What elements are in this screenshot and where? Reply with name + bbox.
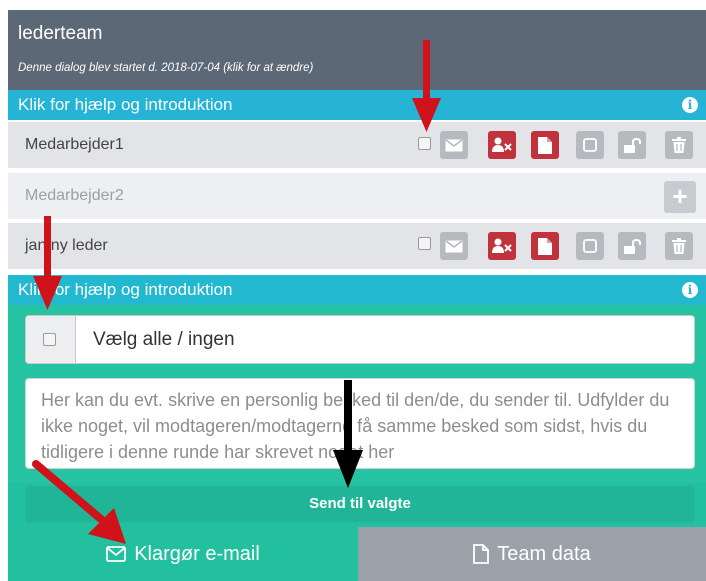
document-icon[interactable] bbox=[531, 232, 559, 260]
remove-user-icon[interactable] bbox=[488, 232, 516, 260]
unlock-icon[interactable] bbox=[618, 131, 646, 159]
personal-message-textarea[interactable]: Her kan du evt. skrive en personlig besk… bbox=[25, 378, 695, 469]
unlock-icon[interactable] bbox=[618, 232, 646, 260]
send-bar: Send til valgte bbox=[8, 483, 706, 527]
dialog-start-date[interactable]: Denne dialog blev startet d. 2018-07-04 … bbox=[18, 62, 313, 74]
member-name: Medarbejder2 bbox=[25, 187, 124, 204]
checkbox-square-icon[interactable] bbox=[576, 131, 604, 159]
help-bar-label: Klik for hjælp og introduktion bbox=[18, 95, 233, 114]
envelope-icon bbox=[106, 546, 127, 562]
member-name: jan ny leder bbox=[25, 237, 108, 254]
tab-label: Klargør e-mail bbox=[134, 542, 260, 565]
dialog-title: lederteam bbox=[18, 23, 103, 44]
list-item: Medarbejder1 bbox=[8, 122, 706, 170]
document-icon[interactable] bbox=[531, 131, 559, 159]
select-all-checkbox-area[interactable] bbox=[26, 316, 76, 363]
plus-icon[interactable]: + bbox=[664, 181, 696, 213]
email-icon[interactable] bbox=[440, 232, 468, 260]
trash-icon[interactable] bbox=[665, 232, 693, 260]
member-checkbox[interactable] bbox=[418, 237, 431, 250]
file-icon bbox=[473, 544, 490, 564]
email-icon[interactable] bbox=[440, 131, 468, 159]
list-item: Medarbejder2 + bbox=[8, 173, 706, 221]
dialog-frame: lederteam Denne dialog blev startet d. 2… bbox=[8, 10, 706, 581]
list-item: jan ny leder bbox=[8, 223, 706, 271]
select-all-checkbox[interactable] bbox=[43, 333, 56, 346]
info-icon[interactable]: i bbox=[682, 282, 698, 298]
select-all-label: Vælg alle / ingen bbox=[93, 329, 235, 350]
checkbox-square-icon[interactable] bbox=[576, 232, 604, 260]
tab-prepare-email[interactable]: Klargør e-mail bbox=[8, 527, 358, 581]
member-checkbox[interactable] bbox=[418, 137, 431, 150]
trash-icon[interactable] bbox=[665, 131, 693, 159]
member-name: Medarbejder1 bbox=[25, 136, 124, 153]
send-to-selected-button[interactable]: Send til valgte bbox=[25, 486, 695, 522]
remove-user-icon[interactable] bbox=[488, 131, 516, 159]
bottom-tabs: Klargør e-mail Team data bbox=[8, 527, 706, 581]
tab-label: Team data bbox=[497, 542, 591, 565]
help-bar-label: Klik for hjælp og introduktion bbox=[18, 280, 233, 299]
tab-team-data[interactable]: Team data bbox=[358, 527, 706, 581]
select-all-control[interactable]: Vælg alle / ingen bbox=[25, 315, 695, 364]
send-panel: Vælg alle / ingen Her kan du evt. skrive… bbox=[8, 305, 706, 527]
help-bar-bottom[interactable]: Klik for hjælp og introduktion i bbox=[8, 275, 706, 305]
info-icon[interactable]: i bbox=[682, 97, 698, 113]
dialog-header[interactable]: lederteam Denne dialog blev startet d. 2… bbox=[8, 10, 706, 90]
help-bar-top[interactable]: Klik for hjælp og introduktion i bbox=[8, 90, 706, 120]
